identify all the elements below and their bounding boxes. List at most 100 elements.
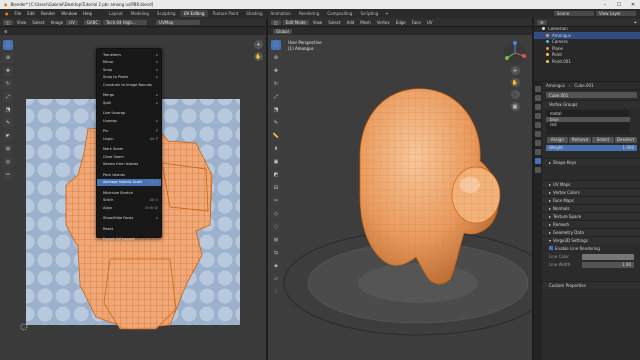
transform-icon[interactable]: ⬔	[3, 105, 13, 115]
grab-icon[interactable]: ☛	[3, 131, 13, 141]
modifier-tab-icon[interactable]	[535, 140, 541, 146]
tab-modeling[interactable]: Modeling	[127, 10, 153, 17]
shear-icon[interactable]: ▱	[271, 274, 281, 284]
uv-menu-item[interactable]: Clear Seam	[97, 153, 161, 161]
uv-menu-item[interactable]: Unpin Alt P	[97, 135, 161, 143]
properties-panel-header[interactable]: ▸ Vertex Colors	[543, 187, 640, 196]
menu-edit[interactable]: Edit	[24, 11, 38, 16]
minimize-button[interactable]: –	[598, 0, 612, 9]
camera-view-icon[interactable]: 🎥	[510, 90, 520, 99]
mesh-data-tab-icon[interactable]	[535, 158, 541, 164]
move-icon[interactable]: ✥	[3, 66, 13, 76]
orientation-selector[interactable]: Global	[273, 28, 292, 34]
zoom-icon[interactable]: +	[510, 66, 520, 75]
mesh-name-field[interactable]: Cube.001	[546, 92, 637, 98]
uv-menu-item[interactable]: Export UV Layout	[97, 236, 161, 244]
menu-render[interactable]: Render	[38, 11, 58, 16]
editor-type-icon[interactable]: ◫	[3, 19, 13, 25]
scene-selector[interactable]: Scene	[554, 11, 594, 16]
render-tab-icon[interactable]	[535, 95, 541, 101]
uv-editor-area[interactable]: ◫ View Select Image UV GABC Tech.04 High…	[0, 18, 266, 360]
tab-animation[interactable]: Animation	[267, 10, 295, 17]
material-tab-icon[interactable]	[535, 167, 541, 173]
tab-uv-editing[interactable]: UV Editing	[179, 10, 209, 17]
rotate-icon[interactable]: ↻	[3, 79, 13, 89]
assign-button[interactable]: Assign	[546, 136, 569, 143]
tab-scripting[interactable]: Scripting	[356, 10, 382, 17]
uv-menu-select[interactable]: Select	[29, 20, 47, 25]
remove-button[interactable]: Remove	[569, 136, 591, 143]
uv-menu-item[interactable]: Reset	[97, 225, 161, 233]
smooth-icon[interactable]: ◍	[271, 235, 281, 245]
properties-panel-header[interactable]: ▸ Geometry Data	[543, 227, 640, 236]
uv-menu-item[interactable]: Mirror ▸	[97, 59, 161, 67]
editor-type-icon[interactable]: ◫	[271, 19, 281, 25]
vp-menu-vertex[interactable]: Vertex	[374, 20, 393, 25]
transform-icon[interactable]: ⬔	[271, 105, 281, 115]
menu-file[interactable]: File	[12, 11, 25, 16]
add-workspace-button[interactable]: +	[382, 11, 391, 16]
loop-cut-icon[interactable]: ⊟	[271, 183, 281, 193]
uv-menu-item[interactable]: Mark Seam	[97, 146, 161, 154]
tab-layout[interactable]: Layout	[105, 10, 127, 17]
line-color-swatch[interactable]	[582, 253, 634, 260]
knife-icon[interactable]: ✂	[271, 196, 281, 206]
properties-panel-header[interactable]: ▸ Normals	[543, 203, 640, 212]
menu-window[interactable]: Window	[58, 11, 80, 16]
rotate-icon[interactable]: ↻	[271, 79, 281, 89]
tab-rendering[interactable]: Rendering	[295, 10, 323, 17]
outliner-item[interactable]: Point.001	[534, 58, 640, 65]
annotate-icon[interactable]: ✎	[3, 118, 13, 128]
relax-icon[interactable]: ◍	[3, 144, 13, 154]
vp-menu-mesh[interactable]: Mesh	[357, 20, 374, 25]
image-selector[interactable]: Tech.04 High...	[103, 19, 148, 25]
vp-menu-face[interactable]: Face	[409, 20, 424, 25]
rip-icon[interactable]: ⫶	[271, 287, 281, 297]
pinch-icon[interactable]: ◎	[3, 157, 13, 167]
properties-panel-header[interactable]: ▸ Texture Space	[543, 211, 640, 220]
vp-menu-uv[interactable]: UV	[424, 20, 436, 25]
inset-icon[interactable]: ▣	[271, 157, 281, 167]
scale-icon[interactable]: ⤢	[271, 92, 281, 102]
uv-sync-toggle[interactable]: GABC	[83, 19, 102, 25]
object-tab-icon[interactable]	[535, 131, 541, 137]
tab-sculpting[interactable]: Sculpting	[153, 10, 180, 17]
world-tab-icon[interactable]	[535, 122, 541, 128]
uv-menu-item[interactable]: Show/Hide Faces ▸	[97, 215, 161, 223]
mode-selector[interactable]: Edit Mode	[282, 19, 309, 25]
output-tab-icon[interactable]	[535, 104, 541, 110]
menu-help[interactable]: Help	[80, 11, 95, 16]
editor-type-icon[interactable]: ☰	[537, 19, 547, 25]
scene-tab-icon[interactable]	[535, 113, 541, 119]
pan-icon[interactable]: ✋	[254, 52, 263, 61]
uv-menu-item[interactable]: Pin P	[97, 128, 161, 136]
select-box-icon[interactable]: ⬚	[271, 40, 281, 50]
view-layer-selector[interactable]: View Layer	[596, 11, 636, 16]
uvmap-selector[interactable]: UVMap	[156, 19, 201, 25]
tab-compositing[interactable]: Compositing	[323, 10, 356, 17]
vp-menu-add[interactable]: Add	[344, 20, 358, 25]
select-box-icon[interactable]: ⬚	[3, 40, 13, 50]
vp-menu-edge[interactable]: Edge	[393, 20, 409, 25]
zoom-icon[interactable]: +	[254, 40, 263, 49]
bevel-icon[interactable]: ◩	[271, 170, 281, 180]
close-button[interactable]: ✕	[626, 0, 640, 9]
axis-gizmo-icon[interactable]	[502, 40, 528, 66]
cursor-icon[interactable]: ⊕	[271, 53, 281, 63]
uv-menu-uv[interactable]: UV	[66, 19, 78, 25]
uv-menu-item[interactable]: Stitch Alt V	[97, 197, 161, 205]
vp-menu-view[interactable]: View	[310, 20, 326, 25]
filter-icon[interactable]: ⏷	[634, 20, 640, 25]
checkbox-icon[interactable]	[549, 246, 553, 250]
scale-icon[interactable]: ⤢	[3, 92, 13, 102]
uv-menu-item[interactable]: Snap to Pixels ▸	[97, 74, 161, 82]
properties-panel-header[interactable]: ▸ Remesh	[543, 219, 640, 228]
move-icon[interactable]: ✥	[271, 66, 281, 76]
custom-properties-panel[interactable]: Custom Properties	[543, 280, 640, 289]
uv-menu-item[interactable]: Align Shift W	[97, 204, 161, 212]
uv-menu-item[interactable]: Constrain to Image Bounds	[97, 81, 161, 89]
line-width-field[interactable]: 1.00	[582, 261, 634, 268]
tool-tab-icon[interactable]	[535, 86, 541, 92]
cursor-icon[interactable]: ⊕	[3, 53, 13, 63]
shrink-icon[interactable]: ◈	[271, 261, 281, 271]
